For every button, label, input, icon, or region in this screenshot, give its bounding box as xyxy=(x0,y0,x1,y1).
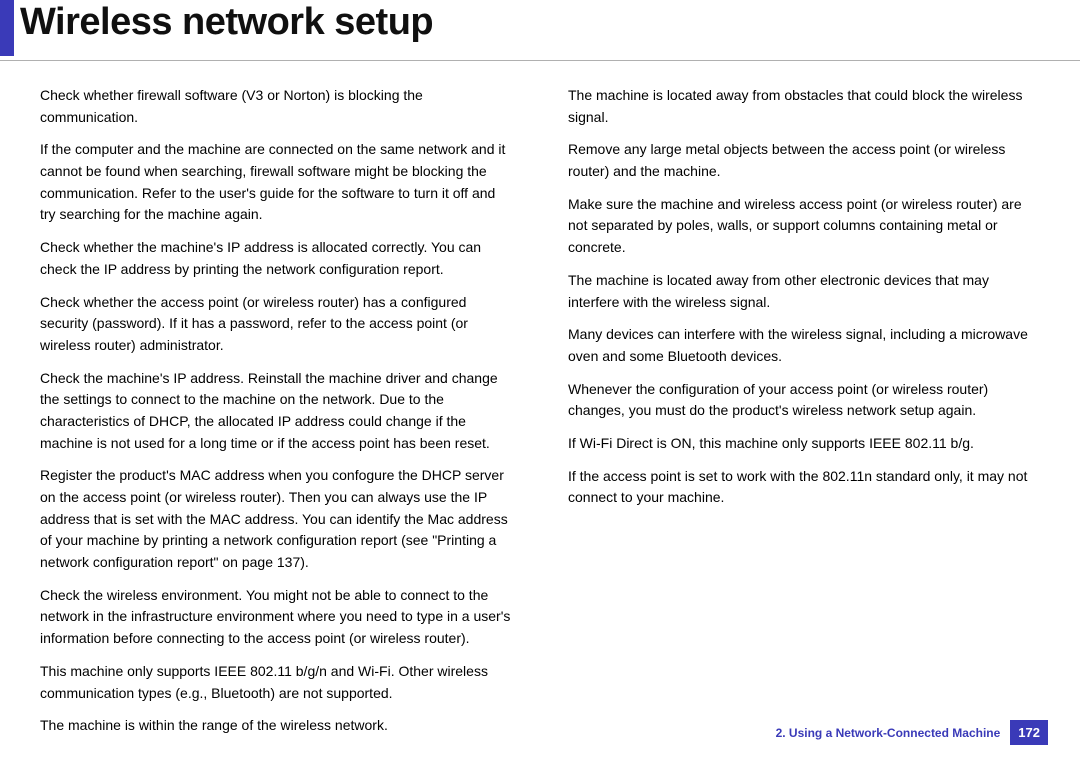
content-area: Check whether firewall software (V3 or N… xyxy=(0,85,1080,748)
body-text: If the access point is set to work with … xyxy=(568,466,1040,509)
body-text: The machine is located away from other e… xyxy=(568,270,1040,313)
body-text: Check the machine's IP address. Reinstal… xyxy=(40,368,512,455)
header-bar: Wireless network setup xyxy=(0,0,1080,56)
right-column: The machine is located away from obstacl… xyxy=(568,85,1040,748)
body-text: Register the product's MAC address when … xyxy=(40,465,512,573)
body-text: Check whether the machine's IP address i… xyxy=(40,237,512,280)
body-text: If the computer and the machine are conn… xyxy=(40,139,512,226)
page-number: 172 xyxy=(1010,720,1048,745)
title-accent-bar xyxy=(0,0,14,56)
page-title: Wireless network setup xyxy=(20,0,433,44)
body-text: If Wi-Fi Direct is ON, this machine only… xyxy=(568,433,1040,455)
body-text: This machine only supports IEEE 802.11 b… xyxy=(40,661,512,704)
footer: 2. Using a Network-Connected Machine 172 xyxy=(776,720,1048,745)
body-text: The machine is within the range of the w… xyxy=(40,715,512,737)
body-text: Check the wireless environment. You migh… xyxy=(40,585,512,650)
body-text: Check whether firewall software (V3 or N… xyxy=(40,85,512,128)
body-text: Remove any large metal objects between t… xyxy=(568,139,1040,182)
body-text: Check whether the access point (or wirel… xyxy=(40,292,512,357)
body-text: Many devices can interfere with the wire… xyxy=(568,324,1040,367)
body-text: Make sure the machine and wireless acces… xyxy=(568,194,1040,259)
body-text: Whenever the configuration of your acces… xyxy=(568,379,1040,422)
left-column: Check whether firewall software (V3 or N… xyxy=(40,85,512,748)
title-underline xyxy=(0,60,1080,61)
footer-chapter: 2. Using a Network-Connected Machine xyxy=(776,726,1001,740)
body-text: The machine is located away from obstacl… xyxy=(568,85,1040,128)
